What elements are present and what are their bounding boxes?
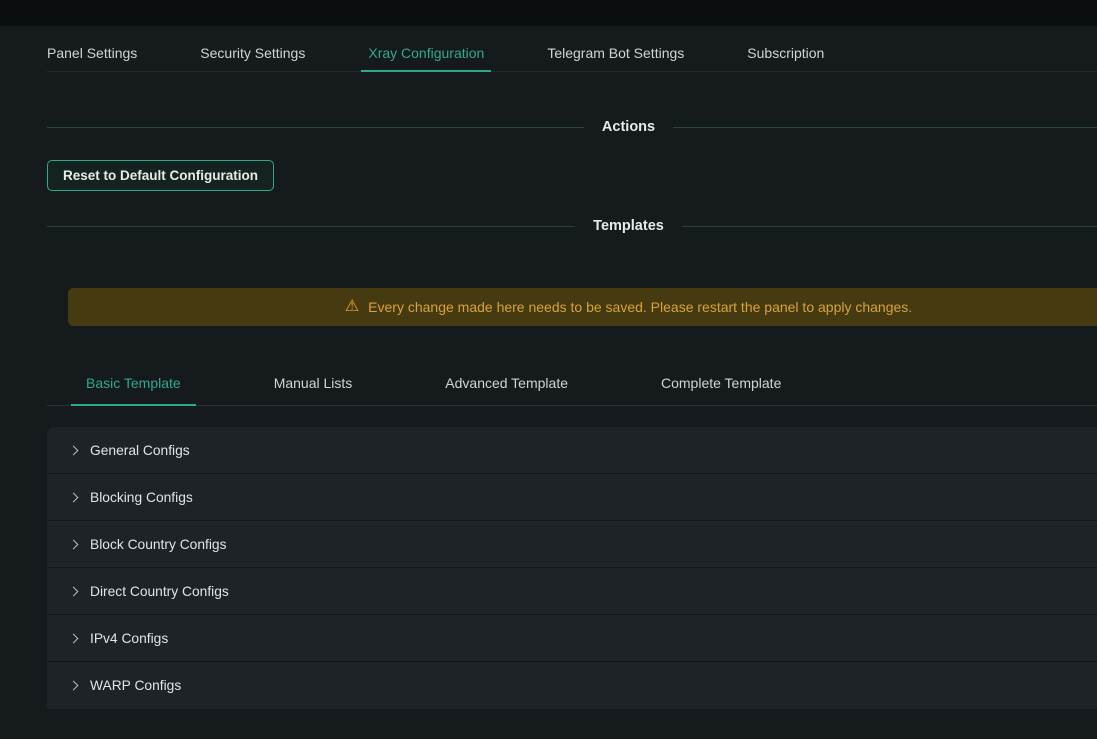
chevron-right-icon [69, 539, 79, 549]
settings-tab-bar: Panel Settings Security Settings Xray Co… [47, 36, 1097, 72]
chevron-right-icon [69, 633, 79, 643]
reset-to-default-button[interactable]: Reset to Default Configuration [47, 160, 274, 191]
accordion-item-block-country-configs[interactable]: Block Country Configs [47, 521, 1097, 568]
chevron-right-icon [69, 681, 79, 691]
tab-manual-lists[interactable]: Manual Lists [259, 364, 368, 405]
accordion-item-label: WARP Configs [90, 678, 181, 693]
accordion-item-ipv4-configs[interactable]: IPv4 Configs [47, 615, 1097, 662]
tab-complete-template[interactable]: Complete Template [646, 364, 796, 405]
chevron-right-icon [69, 492, 79, 502]
accordion-item-blocking-configs[interactable]: Blocking Configs [47, 474, 1097, 521]
warning-text: Every change made here needs to be saved… [368, 299, 912, 315]
accordion-item-label: General Configs [90, 443, 190, 458]
actions-section-divider: Actions [47, 116, 1097, 138]
accordion-item-warp-configs[interactable]: WARP Configs [47, 662, 1097, 709]
accordion-item-direct-country-configs[interactable]: Direct Country Configs [47, 568, 1097, 615]
config-accordion: General Configs Blocking Configs Block C… [47, 427, 1097, 709]
template-tab-bar: Basic Template Manual Lists Advanced Tem… [47, 364, 1097, 406]
accordion-item-label: Direct Country Configs [90, 584, 229, 599]
tab-advanced-template[interactable]: Advanced Template [430, 364, 583, 405]
tab-basic-template[interactable]: Basic Template [71, 364, 196, 406]
accordion-item-label: IPv4 Configs [90, 631, 168, 646]
warning-triangle-icon: ⚠ [345, 299, 359, 315]
chevron-right-icon [69, 586, 79, 596]
tab-xray-configuration[interactable]: Xray Configuration [361, 36, 491, 72]
accordion-item-general-configs[interactable]: General Configs [47, 427, 1097, 474]
templates-section-title: Templates [575, 218, 682, 234]
tab-security-settings[interactable]: Security Settings [200, 36, 305, 72]
restart-warning-banner: ⚠ Every change made here needs to be sav… [68, 288, 1097, 326]
tab-subscription[interactable]: Subscription [747, 36, 824, 72]
accordion-item-label: Block Country Configs [90, 537, 227, 552]
content-area: Panel Settings Security Settings Xray Co… [47, 36, 1097, 709]
accordion-item-label: Blocking Configs [90, 490, 193, 505]
templates-section-divider: Templates [47, 215, 1097, 237]
top-header-strip [0, 0, 1097, 26]
xray-settings-page: Panel Settings Security Settings Xray Co… [0, 0, 1097, 739]
tab-telegram-bot-settings[interactable]: Telegram Bot Settings [547, 36, 684, 72]
tab-panel-settings[interactable]: Panel Settings [47, 36, 137, 72]
actions-section-title: Actions [584, 119, 673, 135]
chevron-right-icon [69, 445, 79, 455]
